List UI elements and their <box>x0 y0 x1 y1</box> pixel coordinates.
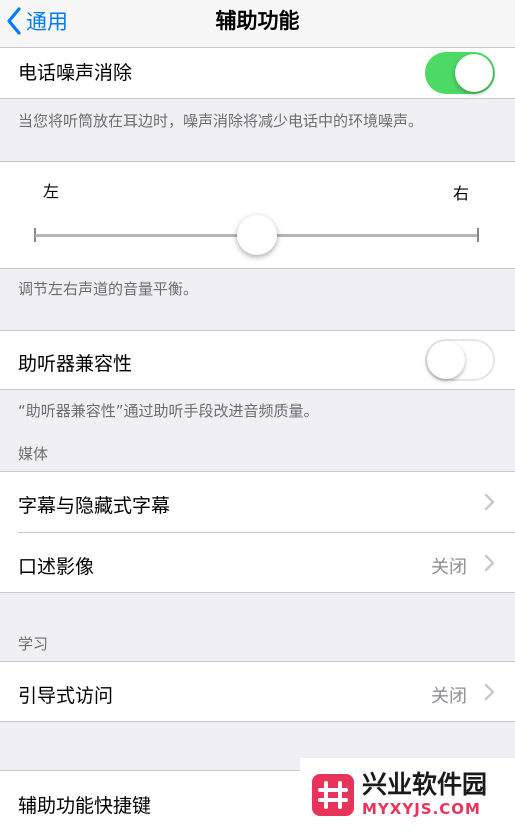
accessibility-shortcut-label: 辅助功能快捷键 <box>18 795 152 817</box>
balance-left-label: 左 <box>43 182 60 201</box>
captions-row[interactable]: 字幕与隐藏式字幕 <box>0 472 515 532</box>
noise-cancellation-toggle[interactable] <box>425 52 495 94</box>
noise-cancellation-footer: 当您将听筒放在耳边时，噪声消除将减少电话中的环境噪声。 <box>18 112 424 130</box>
learning-section-header: 学习 <box>18 635 49 653</box>
toggle-knob <box>427 341 465 379</box>
audio-description-value: 关闭 <box>431 557 467 578</box>
chevron-right-icon <box>484 683 495 701</box>
page-title: 辅助功能 <box>215 9 300 33</box>
guided-access-value: 关闭 <box>431 686 467 707</box>
watermark-name: 兴业软件园 <box>362 769 488 799</box>
noise-cancellation-cell: 电话噪声消除 <box>0 48 515 99</box>
chevron-right-icon <box>484 493 495 511</box>
slider-right-tick <box>477 228 479 242</box>
balance-footer: 调节左右声道的音量平衡。 <box>18 280 199 298</box>
guided-access-label: 引导式访问 <box>18 685 114 707</box>
noise-cancellation-label: 电话噪声消除 <box>18 62 133 84</box>
accessibility-settings-screen: 通用 辅助功能 电话噪声消除 当您将听筒放在耳边时，噪声消除将减少电话中的环境噪… <box>0 0 515 831</box>
audio-description-row[interactable]: 口述影像 关闭 <box>0 533 515 593</box>
watermark-url: MYXYJS.COM <box>362 799 481 818</box>
guided-access-row[interactable]: 引导式访问 关闭 <box>0 661 515 722</box>
chevron-right-icon <box>484 554 495 572</box>
hearing-aid-footer: “助听器兼容性”通过助听手段改进音频质量。 <box>18 402 319 420</box>
site-watermark: 兴业软件园 MYXYJS.COM <box>300 758 515 831</box>
toggle-knob <box>455 54 493 92</box>
media-section-header: 媒体 <box>18 445 49 463</box>
hearing-aid-label: 助听器兼容性 <box>18 353 133 375</box>
balance-slider-knob[interactable] <box>236 215 277 255</box>
hearing-aid-cell: 助听器兼容性 <box>0 330 515 390</box>
captions-label: 字幕与隐藏式字幕 <box>18 495 171 517</box>
balance-cell: 左 右 <box>0 161 515 269</box>
navigation-bar: 通用 辅助功能 <box>0 0 515 48</box>
audio-description-label: 口述影像 <box>18 556 95 578</box>
media-group: 字幕与隐藏式字幕 口述影像 关闭 <box>0 471 515 593</box>
hearing-aid-toggle[interactable] <box>425 339 495 381</box>
watermark-logo-icon <box>312 773 354 816</box>
balance-right-label: 右 <box>453 184 470 203</box>
